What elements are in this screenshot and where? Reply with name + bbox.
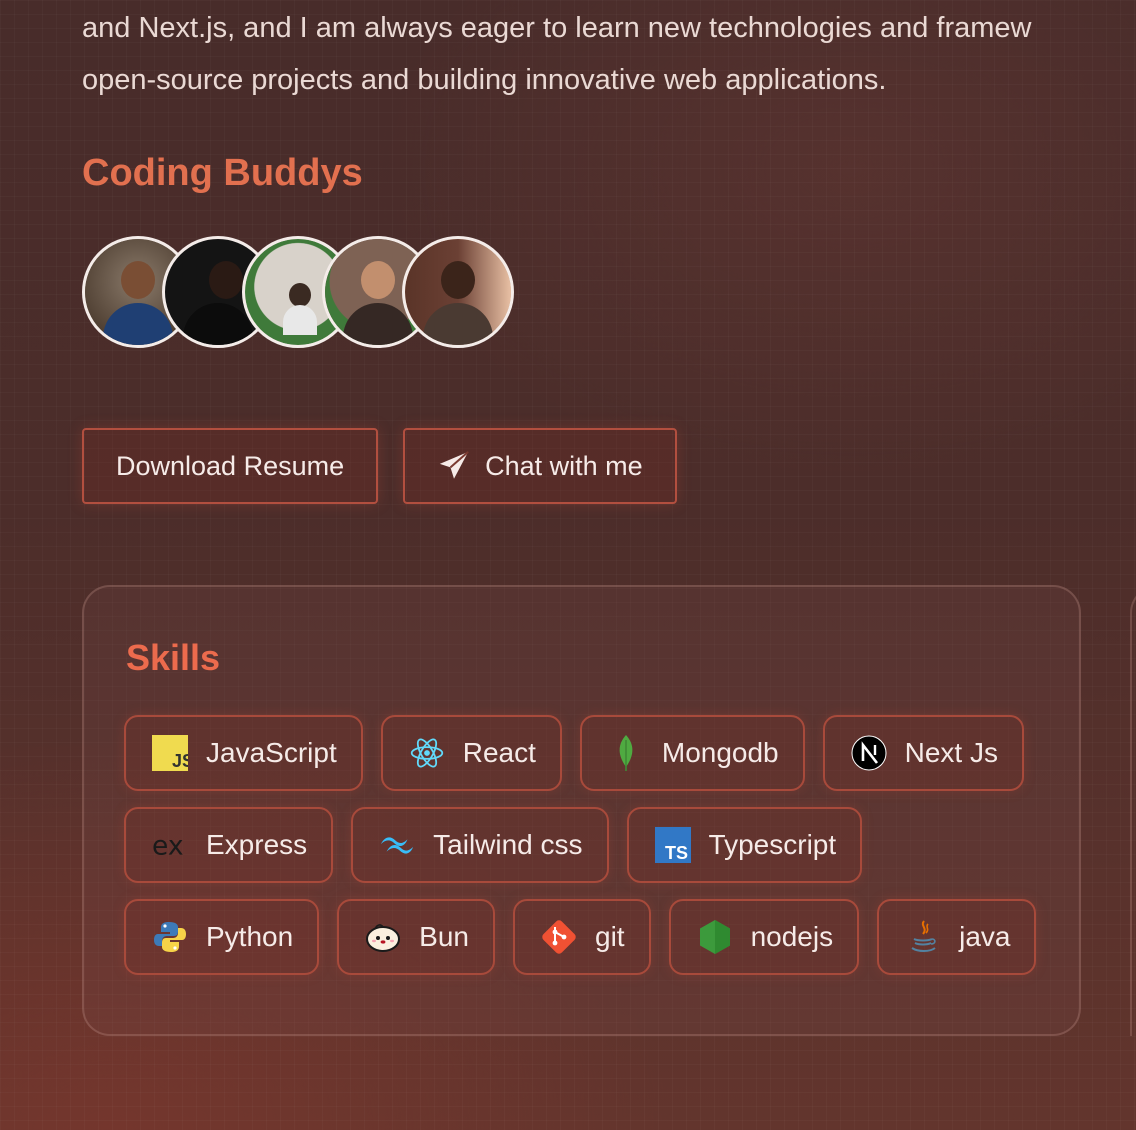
- skill-label: Bun: [419, 921, 469, 952]
- mongodb-icon: [608, 735, 644, 771]
- next-card-edge: [1130, 585, 1136, 1036]
- skill-label: git: [595, 921, 625, 952]
- download-resume-button[interactable]: Download Resume: [82, 428, 379, 504]
- skill-chip-mongodb: Mongodb: [579, 715, 805, 791]
- skills-row-3: Python Bun git nodejs java: [124, 899, 1037, 975]
- skill-chip-python: Python: [124, 899, 320, 975]
- skill-label: java: [959, 921, 1011, 952]
- react-icon: [409, 735, 445, 771]
- skill-label: JavaScript: [206, 737, 337, 768]
- skill-chip-nodejs: nodejs: [668, 899, 860, 975]
- svg-text:JS: JS: [172, 751, 188, 771]
- skill-chip-javascript: JS JavaScript: [124, 715, 363, 791]
- skill-label: React: [462, 737, 536, 768]
- skill-chip-bun: Bun: [337, 899, 495, 975]
- skill-chip-react: React: [380, 715, 562, 791]
- skill-label: Python: [206, 921, 294, 952]
- skill-chip-nextjs: Next Js: [822, 715, 1024, 791]
- avatar[interactable]: [402, 236, 514, 348]
- tailwind-icon: [379, 827, 415, 863]
- skill-label: nodejs: [750, 921, 834, 952]
- skills-row-1: JS JavaScript React Mongodb Ne: [124, 715, 1024, 791]
- skills-row-2: ex Express Tailwind css TS Typescript: [124, 807, 863, 883]
- coding-buddys-title: Coding Buddys: [82, 152, 363, 194]
- action-buttons: Download Resume Chat with me: [82, 428, 677, 504]
- python-icon: [152, 919, 188, 955]
- java-icon: [905, 919, 941, 955]
- typescript-icon: TS: [654, 827, 691, 863]
- download-resume-label: Download Resume: [116, 450, 345, 481]
- skill-chip-express: ex Express: [124, 807, 334, 883]
- paper-plane-icon: [439, 451, 469, 479]
- git-icon: [541, 919, 577, 955]
- express-icon: ex: [152, 827, 188, 863]
- intro-paragraph: and Next.js, and I am always eager to le…: [82, 2, 1136, 106]
- skill-chip-typescript: TS Typescript: [626, 807, 863, 883]
- bun-icon: [365, 919, 401, 955]
- skill-chip-java: java: [877, 899, 1037, 975]
- skills-card: Skills JS JavaScript React Mongodb: [82, 585, 1081, 1036]
- svg-text:ex: ex: [152, 830, 184, 861]
- skill-chip-git: git: [513, 899, 651, 975]
- buddy-avatars: [82, 236, 522, 348]
- skill-label: Next Js: [904, 737, 998, 768]
- chat-with-me-button[interactable]: Chat with me: [403, 428, 677, 504]
- skills-title: Skills: [126, 637, 221, 678]
- nodejs-icon: [697, 919, 733, 955]
- skill-label: Express: [206, 829, 308, 860]
- intro-line-2: open-source projects and building innova…: [82, 64, 887, 96]
- chat-with-me-label: Chat with me: [485, 450, 643, 481]
- svg-text:TS: TS: [665, 843, 688, 863]
- intro-line-1: and Next.js, and I am always eager to le…: [82, 12, 1032, 44]
- skill-label: Mongodb: [661, 737, 779, 768]
- nextjs-icon: [851, 735, 887, 771]
- skill-label: Tailwind css: [433, 829, 583, 860]
- skill-chip-tailwind: Tailwind css: [351, 807, 609, 883]
- javascript-icon: JS: [152, 735, 188, 771]
- skill-label: Typescript: [708, 829, 837, 860]
